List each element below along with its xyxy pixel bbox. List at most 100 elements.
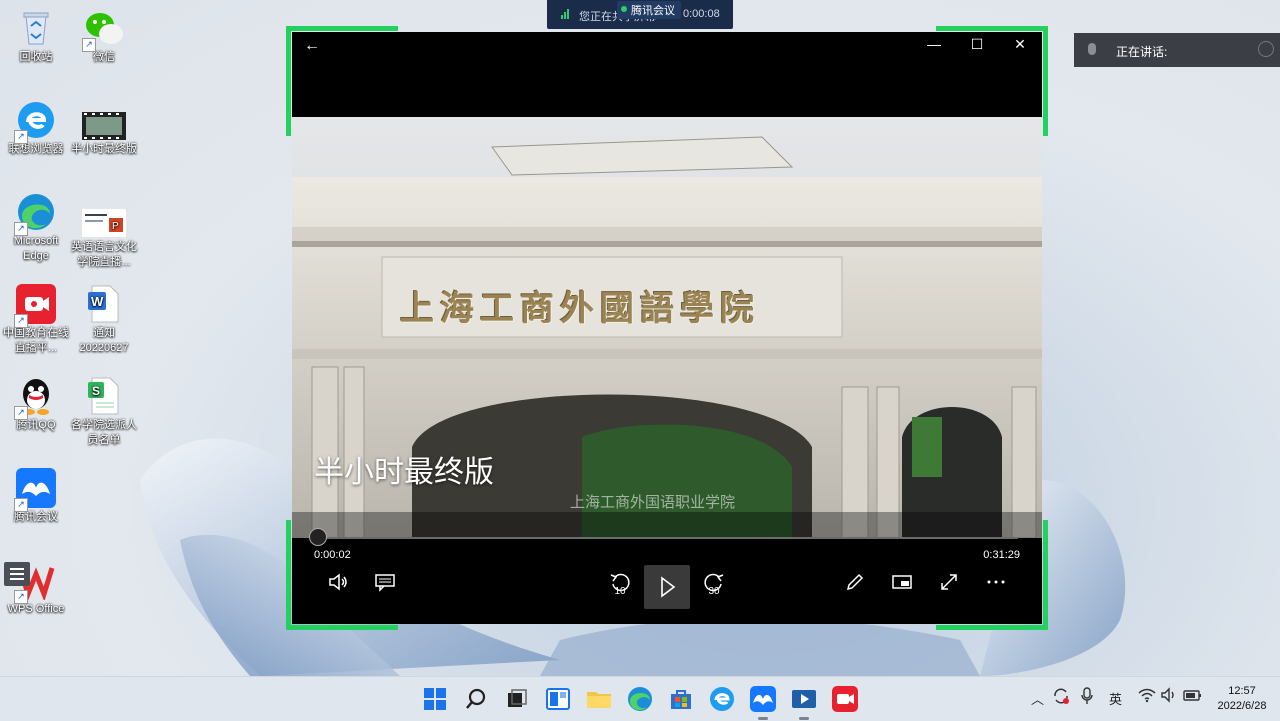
system-clock[interactable]: 12:57 2022/6/28 <box>1212 684 1272 714</box>
desktop-icon-qq[interactable]: ↗ 腾讯QQ <box>0 376 72 433</box>
task-view-icon <box>508 689 527 707</box>
store-icon <box>671 690 691 709</box>
tray-battery-icon[interactable] <box>1183 687 1203 706</box>
skip-forward-button[interactable]: 30 <box>692 572 736 602</box>
volume-button[interactable] <box>316 572 360 602</box>
desktop-icon-spreadsheet[interactable]: S 各学院选派人员名单 <box>68 376 140 448</box>
shortcut-arrow-icon: ↗ <box>14 314 28 328</box>
seek-bar[interactable] <box>308 528 1018 546</box>
folder-icon <box>587 692 611 708</box>
edu-live-taskbar-button[interactable] <box>831 685 859 713</box>
shortcut-arrow-icon: ↗ <box>14 498 28 512</box>
tencent-meeting-icon <box>750 686 776 712</box>
current-time: 0:00:02 <box>314 549 351 561</box>
share-border-bottom-left-v <box>286 520 291 630</box>
pencil-icon <box>846 573 864 591</box>
media-player-icon <box>792 690 816 708</box>
share-border-bottom-left-h <box>286 625 398 630</box>
windows-logo-icon <box>424 688 446 710</box>
more-button[interactable] <box>974 572 1018 602</box>
shortcut-arrow-icon: ↗ <box>14 406 28 420</box>
video-file-icon <box>82 112 126 140</box>
seek-thumb[interactable] <box>308 528 327 546</box>
spreadsheet-icon: S <box>84 376 124 416</box>
microphone-icon <box>1088 43 1096 55</box>
edge-taskbar-button[interactable] <box>626 685 654 713</box>
subtitles-button[interactable] <box>363 572 407 602</box>
mini-view-button[interactable] <box>880 572 924 602</box>
clock-time: 12:57 <box>1228 685 1256 697</box>
maximize-button[interactable]: ☐ <box>962 36 992 53</box>
close-button[interactable]: ✕ <box>1005 36 1035 53</box>
start-button[interactable] <box>421 685 449 713</box>
clock-date: 2022/6/28 <box>1217 700 1267 712</box>
media-player-window: ← — ☐ ✕ 上海工商外國語學院 半小时最终版 上海工商外国语职业学院 0:0… <box>292 32 1042 624</box>
svg-text:P: P <box>112 221 119 232</box>
wechat-icon: ↗ <box>82 8 124 52</box>
play-button[interactable] <box>644 565 690 609</box>
tray-overflow-chevron-icon[interactable]: ︿ <box>1031 689 1044 708</box>
meeting-share-bar[interactable]: 您正在共享屏幕 腾讯会议 0:00:08 <box>547 0 733 29</box>
shortcut-arrow-icon: ↗ <box>14 222 28 236</box>
tray-sync-icon[interactable] <box>1052 687 1070 708</box>
desktop-icon-edge[interactable]: ↗ Microsoft Edge <box>0 192 72 264</box>
tray-wifi-icon[interactable] <box>1138 687 1156 706</box>
tray-volume-icon[interactable] <box>1160 687 1178 706</box>
skip-forward-seconds: 30 <box>708 586 720 597</box>
widgets-icon <box>546 688 570 710</box>
search-button[interactable] <box>462 685 490 713</box>
desktop-icon-word-doc[interactable]: W 通知 20220627 <box>68 284 140 356</box>
task-view-button[interactable] <box>503 685 531 713</box>
desktop-icon-video-file[interactable]: 半小时最终版 <box>68 112 140 157</box>
recording-dot-icon <box>621 6 627 12</box>
share-border-top-right-v <box>1043 26 1048 136</box>
share-border-top-left-v <box>286 26 291 136</box>
tencent-meeting-taskbar-button[interactable] <box>749 685 777 720</box>
share-border-bottom-right-v <box>1043 520 1048 630</box>
volume-icon <box>329 573 347 591</box>
fullscreen-icon <box>941 574 957 590</box>
qq-penguin-icon: ↗ <box>14 376 56 420</box>
player-titlebar: ← — ☐ ✕ <box>292 32 1042 62</box>
share-border-top-left-h <box>286 26 398 31</box>
subtitles-icon <box>375 574 395 592</box>
list-menu-icon[interactable] <box>4 562 30 586</box>
recycle-bin-icon <box>16 8 56 48</box>
ime-indicator[interactable]: 英 <box>1109 689 1122 708</box>
fullscreen-button[interactable] <box>927 572 971 602</box>
widgets-button[interactable] <box>544 685 572 713</box>
lenovo-browser-taskbar-button[interactable] <box>708 685 736 713</box>
lenovo-browser-icon: ↗ <box>14 100 56 144</box>
skip-back-button[interactable]: 10 <box>598 572 642 602</box>
tray-microphone-icon[interactable] <box>1080 687 1094 708</box>
store-button[interactable] <box>667 685 695 713</box>
signal-strength-icon <box>561 9 571 19</box>
more-dots-icon <box>987 580 1005 584</box>
video-title-overlay: 半小时最终版 <box>314 455 494 490</box>
video-frame[interactable]: 上海工商外國語學院 半小时最终版 上海工商外国语职业学院 <box>292 117 1042 538</box>
desktop-icon-ppt-file[interactable]: P 英语语言文化学院直播... <box>68 207 140 270</box>
back-arrow-icon[interactable]: ← <box>304 37 320 55</box>
edu-live-icon: ↗ <box>14 284 56 328</box>
video-subtitle-overlay: 上海工商外国语职业学院 <box>570 493 736 511</box>
total-time: 0:31:29 <box>983 549 1020 561</box>
speaking-panel[interactable]: 正在讲话: <box>1074 33 1280 67</box>
tencent-meeting-icon: ↗ <box>14 468 56 512</box>
desktop-icon-edu-live[interactable]: ↗ 中国教育在线直播平... <box>0 284 72 356</box>
share-border-bottom-right-h <box>936 625 1048 630</box>
more-options-icon[interactable] <box>1258 41 1274 57</box>
ppt-file-icon: P <box>80 207 128 239</box>
desktop-icon-wechat[interactable]: ↗ 微信 <box>68 8 140 65</box>
file-explorer-button[interactable] <box>585 685 613 713</box>
search-icon <box>466 688 486 709</box>
desktop-icon-tencent-meeting[interactable]: ↗ 腾讯会议 <box>0 468 72 525</box>
edit-button[interactable] <box>833 572 877 602</box>
lenovo-browser-icon <box>710 687 734 711</box>
minimize-button[interactable]: — <box>919 36 949 52</box>
desktop-icon-lenovo-browser[interactable]: ↗ 联想浏览器 <box>0 100 72 157</box>
word-doc-icon: W <box>84 284 124 324</box>
desktop-icon-recycle-bin[interactable]: 回收站 <box>0 8 72 65</box>
media-player-taskbar-button[interactable] <box>790 685 818 720</box>
edge-icon <box>628 687 652 711</box>
edge-icon: ↗ <box>14 192 56 236</box>
